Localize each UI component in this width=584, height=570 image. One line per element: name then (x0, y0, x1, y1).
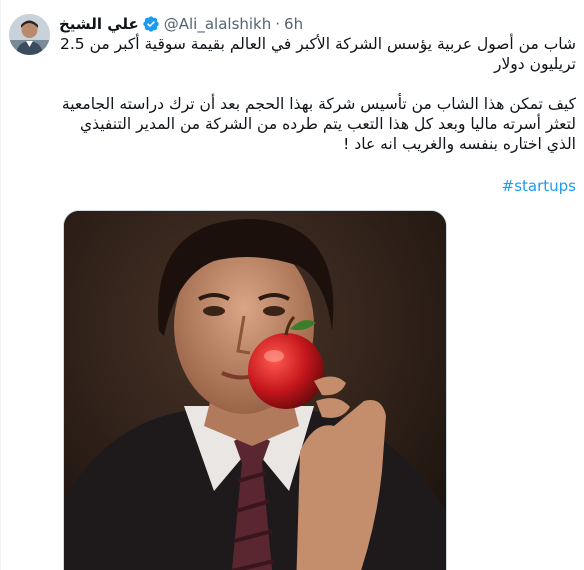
author-display-name[interactable]: علي الشيخ (59, 15, 139, 33)
tweet-text-paragraph: كيف تمكن هذا الشاب من تأسيس شركة بهذا ال… (61, 95, 576, 153)
verified-badge-icon (142, 15, 160, 33)
avatar-image (9, 14, 50, 55)
tweet-text: شاب من أصول عربية يؤسس الشركة الأكبر في … (59, 34, 576, 154)
hashtag-link[interactable]: #startups (59, 177, 576, 195)
tweet-text-paragraph: شاب من أصول عربية يؤسس الشركة الأكبر في … (60, 35, 576, 73)
tweet-media-image[interactable] (63, 210, 447, 570)
author-handle[interactable]: @Ali_alalshikh (164, 15, 272, 33)
tweet-card[interactable]: علي الشيخ @Ali_alalshikh · 6h شاب من أصو… (0, 0, 584, 570)
tweet-header: علي الشيخ @Ali_alalshikh · 6h (59, 13, 574, 35)
portrait-photo (64, 211, 446, 570)
tweet-timestamp[interactable]: 6h (284, 15, 303, 33)
avatar[interactable] (9, 14, 50, 55)
header-separator: · (275, 15, 281, 33)
